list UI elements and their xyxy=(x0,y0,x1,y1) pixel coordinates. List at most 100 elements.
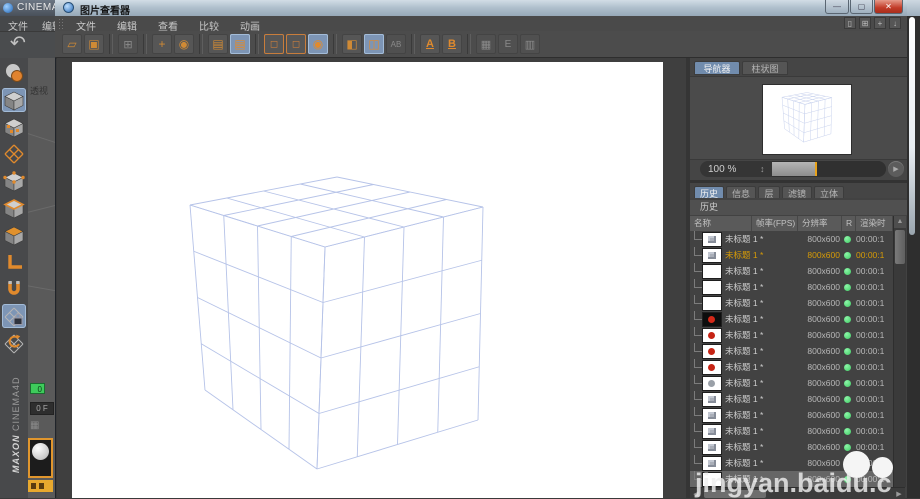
zoom-mode-icon[interactable]: ◉ xyxy=(174,34,194,54)
zoom-slider-handle[interactable] xyxy=(815,162,817,176)
render-time: 00:00:1 xyxy=(854,298,893,308)
history-row[interactable]: 未标题 1 *800x60000:00:1 xyxy=(690,279,893,295)
render-thumbnail[interactable] xyxy=(703,425,721,438)
dock-layout-icon[interactable]: ▯ xyxy=(844,17,856,29)
history-row[interactable]: 未标题 1 *800x60000:00:1 xyxy=(690,359,893,375)
histogram-tool-icon[interactable]: ▦ xyxy=(476,34,496,54)
render-thumbnail[interactable] xyxy=(703,377,721,390)
viewport-edge-strip: 透视 0 0 F ▦ xyxy=(28,58,55,498)
navigator-thumbnail[interactable] xyxy=(763,85,851,154)
history-row[interactable]: 未标题 1 *800x60000:00:1 xyxy=(690,311,893,327)
minimize-button[interactable]: — xyxy=(825,0,849,14)
collapse-window-icon[interactable]: ↓ xyxy=(889,17,901,29)
main-menu-0[interactable]: 文件 xyxy=(8,18,28,32)
layer-manager-icon[interactable]: ▤ xyxy=(208,34,228,54)
history-column-0[interactable]: 名称 xyxy=(690,216,752,231)
history-row[interactable]: 未标题 1 *800x60000:00:1 xyxy=(690,391,893,407)
history-row[interactable]: 未标题 1 *800x60000:00:1 xyxy=(690,247,893,263)
compare-text-icon[interactable]: AB xyxy=(386,34,406,54)
frame-field[interactable]: 0 F xyxy=(30,402,54,415)
toolbar-separator xyxy=(143,34,147,54)
cube-primitive-icon[interactable] xyxy=(2,88,26,112)
menubar-grip[interactable] xyxy=(58,18,65,29)
render-thumbnail[interactable] xyxy=(703,361,721,374)
maximize-button[interactable]: ▢ xyxy=(850,0,873,14)
fit-vertical-icon[interactable]: ◻ xyxy=(286,34,306,54)
zoom-value[interactable]: 100 % xyxy=(708,164,760,175)
render-thumbnail[interactable] xyxy=(703,441,721,454)
edges-mode-icon[interactable] xyxy=(2,196,26,220)
fit-horizontal-icon[interactable]: ◻ xyxy=(264,34,284,54)
axis-mode-icon[interactable] xyxy=(2,250,26,274)
history-column-1[interactable]: 帧率(FPS) xyxy=(752,216,798,231)
history-row[interactable]: 未标题 1 *800x60000:00:1 xyxy=(690,375,893,391)
maxon-logo: MAXON CINEMA4D xyxy=(11,373,21,473)
history-row[interactable]: 未标题 1 *800x60000:00:1 xyxy=(690,295,893,311)
navigator-tab-0[interactable]: 导航器 xyxy=(694,61,740,75)
render-status-icon xyxy=(840,316,854,323)
history-column-3[interactable]: R xyxy=(842,216,856,231)
navigator-tab-1[interactable]: 柱状图 xyxy=(742,61,788,75)
set-image-a-icon[interactable]: A xyxy=(420,34,440,54)
set-image-b-icon[interactable]: B xyxy=(442,34,462,54)
render-status-icon xyxy=(840,444,854,451)
move-window-icon[interactable]: + xyxy=(874,17,886,29)
material-name-tag[interactable] xyxy=(28,480,53,492)
expand-panel-icon[interactable]: ⊞ xyxy=(859,17,871,29)
render-sphere-icon[interactable] xyxy=(2,61,26,85)
points-mode-icon[interactable] xyxy=(2,169,26,193)
render-thumbnail[interactable] xyxy=(703,393,721,406)
render-thumbnail[interactable] xyxy=(703,233,721,246)
frame-range-icon[interactable]: ⊞ xyxy=(118,34,138,54)
render-thumbnail[interactable] xyxy=(703,409,721,422)
scroll-right-icon[interactable]: ▶ xyxy=(893,490,905,498)
zoom-stepper-icon[interactable]: ↕ xyxy=(760,164,772,174)
save-image-icon[interactable]: ▣ xyxy=(84,34,104,54)
render-thumbnail[interactable] xyxy=(703,249,721,262)
texture-mode-icon[interactable] xyxy=(2,115,26,139)
render-resolution: 800x600 xyxy=(796,314,840,324)
vertical-scroll-thumb[interactable] xyxy=(895,230,905,264)
layer-single-icon[interactable]: ▤ xyxy=(230,34,250,54)
render-canvas[interactable] xyxy=(72,62,663,498)
compare-ab-icon[interactable]: ◧ xyxy=(342,34,362,54)
timeline-frame-toggle[interactable]: 0 xyxy=(30,383,45,394)
move-mode-icon[interactable]: + xyxy=(152,34,172,54)
undo-icon[interactable]: ↶ xyxy=(10,32,26,55)
render-thumbnail[interactable] xyxy=(703,329,721,342)
rotate-workplane-icon[interactable] xyxy=(2,331,26,355)
magnet-tool-icon[interactable] xyxy=(2,277,26,301)
history-row[interactable]: 未标题 1 *800x60000:00:1 xyxy=(690,343,893,359)
zoom-menu-button[interactable]: ▶ xyxy=(888,161,904,177)
render-time: 00:00:1 xyxy=(854,410,893,420)
open-image-icon[interactable]: ▱ xyxy=(62,34,82,54)
history-column-4[interactable]: 渲染时 xyxy=(856,216,893,231)
exposure-tool-icon[interactable]: E xyxy=(498,34,518,54)
render-time: 00:00:1 xyxy=(854,346,893,356)
render-thumbnail[interactable] xyxy=(703,265,721,278)
viewer-titlebar[interactable]: 图片查看器 — ▢ ✕ xyxy=(55,0,907,17)
history-row[interactable]: 未标题 1 *800x60000:00:1 xyxy=(690,327,893,343)
render-status-icon xyxy=(840,236,854,243)
grid-icon[interactable]: ▦ xyxy=(30,420,39,431)
history-vertical-scrollbar[interactable]: ▲ xyxy=(893,216,906,487)
close-button[interactable]: ✕ xyxy=(874,0,903,14)
history-row[interactable]: 未标题 1 *800x60000:00:1 xyxy=(690,423,893,439)
info-tool-icon[interactable]: ▥ xyxy=(520,34,540,54)
render-thumbnail[interactable] xyxy=(703,345,721,358)
render-thumbnail[interactable] xyxy=(703,313,721,326)
polygons-mode-icon[interactable] xyxy=(2,223,26,247)
history-row[interactable]: 未标题 1 *800x60000:00:1 xyxy=(690,231,893,247)
history-column-2[interactable]: 分辨率 xyxy=(798,216,842,231)
render-thumbnail[interactable] xyxy=(703,297,721,310)
compare-vertical-icon[interactable]: ◫ xyxy=(364,34,384,54)
fullscreen-image-icon[interactable]: ◉ xyxy=(308,34,328,54)
history-row[interactable]: 未标题 1 *800x60000:00:1 xyxy=(690,263,893,279)
history-row[interactable]: 未标题 1 *800x60000:00:1 xyxy=(690,407,893,423)
material-thumbnail[interactable] xyxy=(28,438,53,478)
render-thumbnail[interactable] xyxy=(703,281,721,294)
zoom-slider[interactable] xyxy=(772,161,886,177)
grid-plane-icon[interactable] xyxy=(2,142,26,166)
lock-workplane-icon[interactable] xyxy=(2,304,26,328)
scroll-up-icon[interactable]: ▲ xyxy=(894,216,906,228)
